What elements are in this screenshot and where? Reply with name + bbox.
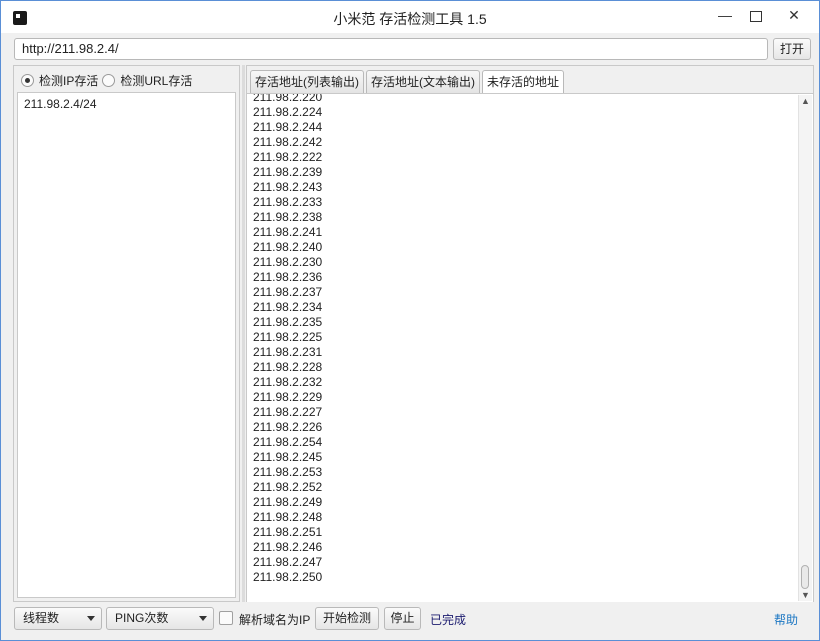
- dead-address-line: 211.98.2.247: [253, 555, 323, 569]
- tab-dead-addresses[interactable]: 未存活的地址: [482, 70, 565, 94]
- stop-button[interactable]: 停止: [384, 607, 421, 630]
- radio-ip-alive-label[interactable]: 检测IP存活: [39, 72, 98, 89]
- result-tabs: 存活地址(列表输出) 存活地址(文本输出) 未存活的地址: [250, 70, 566, 94]
- split-pane-divider[interactable]: [242, 65, 245, 602]
- dead-address-line: 211.98.2.232: [253, 375, 323, 389]
- dead-address-line: 211.98.2.233: [253, 195, 323, 209]
- scroll-thumb[interactable]: [801, 565, 809, 589]
- dead-address-line: 211.98.2.235: [253, 315, 323, 329]
- target-input-panel: 检测IP存活 检测URL存活 211.98.2.4/24: [13, 65, 240, 602]
- dead-address-line: 211.98.2.245: [253, 450, 323, 464]
- ip-range-textarea[interactable]: 211.98.2.4/24: [17, 92, 236, 598]
- close-button[interactable]: ✕: [771, 5, 817, 27]
- ping-count-select[interactable]: PING次数: [106, 607, 214, 630]
- dead-address-line: 211.98.2.253: [253, 465, 323, 479]
- dead-address-line: 211.98.2.241: [253, 225, 323, 239]
- resolve-domain-checkbox[interactable]: [219, 611, 233, 625]
- chevron-down-icon: [87, 616, 95, 621]
- window-title: 小米范 存活检测工具 1.5: [333, 11, 487, 27]
- dead-address-line: 211.98.2.240: [253, 240, 323, 254]
- dead-address-line: 211.98.2.228: [253, 360, 323, 374]
- dead-address-line: 211.98.2.243: [253, 180, 323, 194]
- tab-alive-list[interactable]: 存活地址(列表输出): [250, 70, 364, 93]
- tab-alive-text[interactable]: 存活地址(文本输出): [366, 70, 480, 93]
- help-link[interactable]: 帮助: [774, 611, 798, 628]
- dead-address-line: 211.98.2.237: [253, 285, 323, 299]
- dead-address-line: 211.98.2.226: [253, 420, 323, 434]
- dead-address-line: 211.98.2.249: [253, 495, 323, 509]
- dead-address-line: 211.98.2.220: [253, 93, 323, 104]
- radio-ip-alive[interactable]: [21, 73, 34, 87]
- dead-address-line: 211.98.2.246: [253, 540, 323, 554]
- dead-address-line: 211.98.2.239: [253, 165, 323, 179]
- maximize-icon: [750, 10, 762, 22]
- dead-address-line: 211.98.2.252: [253, 480, 323, 494]
- dead-address-line: 211.98.2.236: [253, 270, 323, 284]
- title-bar: 小米范 存活检测工具 1.5 — ✕: [1, 1, 819, 33]
- dead-address-line: 211.98.2.227: [253, 405, 323, 419]
- results-panel: 存活地址(列表输出) 存活地址(文本输出) 未存活的地址 211.98.2.22…: [246, 65, 814, 602]
- dead-address-line: 211.98.2.254: [253, 435, 323, 449]
- dead-address-line: 211.98.2.251: [253, 525, 323, 539]
- dead-address-line: 211.98.2.230: [253, 255, 323, 269]
- dead-address-textarea[interactable]: 211.98.2.220 211.98.2.224 211.98.2.244 211.…: [247, 93, 813, 602]
- url-input[interactable]: http://211.98.2.4/: [14, 38, 768, 60]
- dead-address-list: 211.98.2.220 211.98.2.224 211.98.2.244 211.…: [253, 93, 323, 585]
- scroll-up-icon[interactable]: ▲: [799, 95, 812, 107]
- status-text: 已完成: [430, 613, 467, 627]
- resolve-domain-label[interactable]: 解析域名为IP: [239, 611, 310, 628]
- ip-range-text: 211.98.2.4/24: [24, 97, 97, 111]
- minimize-button[interactable]: —: [710, 5, 740, 27]
- app-window: 小米范 存活检测工具 1.5 — ✕ http://211.98.2.4/ 打开…: [0, 0, 820, 641]
- chevron-down-icon: [199, 616, 207, 621]
- scroll-down-icon[interactable]: ▼: [799, 589, 812, 601]
- dead-address-line: 211.98.2.231: [253, 345, 323, 359]
- ping-count-label: PING次数: [115, 611, 169, 625]
- vertical-scrollbar[interactable]: ▲ ▼: [798, 95, 812, 601]
- radio-url-alive-label[interactable]: 检测URL存活: [120, 72, 192, 89]
- dead-address-line: 211.98.2.238: [253, 210, 323, 224]
- thread-count-label: 线程数: [23, 611, 60, 625]
- radio-url-alive[interactable]: [102, 73, 116, 87]
- dead-address-line: 211.98.2.234: [253, 300, 323, 314]
- dead-address-line: 211.98.2.248: [253, 510, 323, 524]
- dead-address-line: 211.98.2.222: [253, 150, 323, 164]
- maximize-button[interactable]: [741, 5, 771, 27]
- thread-count-select[interactable]: 线程数: [14, 607, 102, 630]
- dead-address-line: 211.98.2.224: [253, 105, 323, 119]
- mode-radio-group: 检测IP存活 检测URL存活: [21, 71, 196, 89]
- dead-address-line: 211.98.2.250: [253, 570, 323, 584]
- dead-address-line: 211.98.2.225: [253, 330, 323, 344]
- open-button[interactable]: 打开: [773, 38, 811, 60]
- dead-address-line: 211.98.2.242: [253, 135, 323, 149]
- start-detection-button[interactable]: 开始检测: [315, 607, 379, 630]
- dead-address-line: 211.98.2.244: [253, 120, 323, 134]
- dead-address-line: 211.98.2.229: [253, 390, 323, 404]
